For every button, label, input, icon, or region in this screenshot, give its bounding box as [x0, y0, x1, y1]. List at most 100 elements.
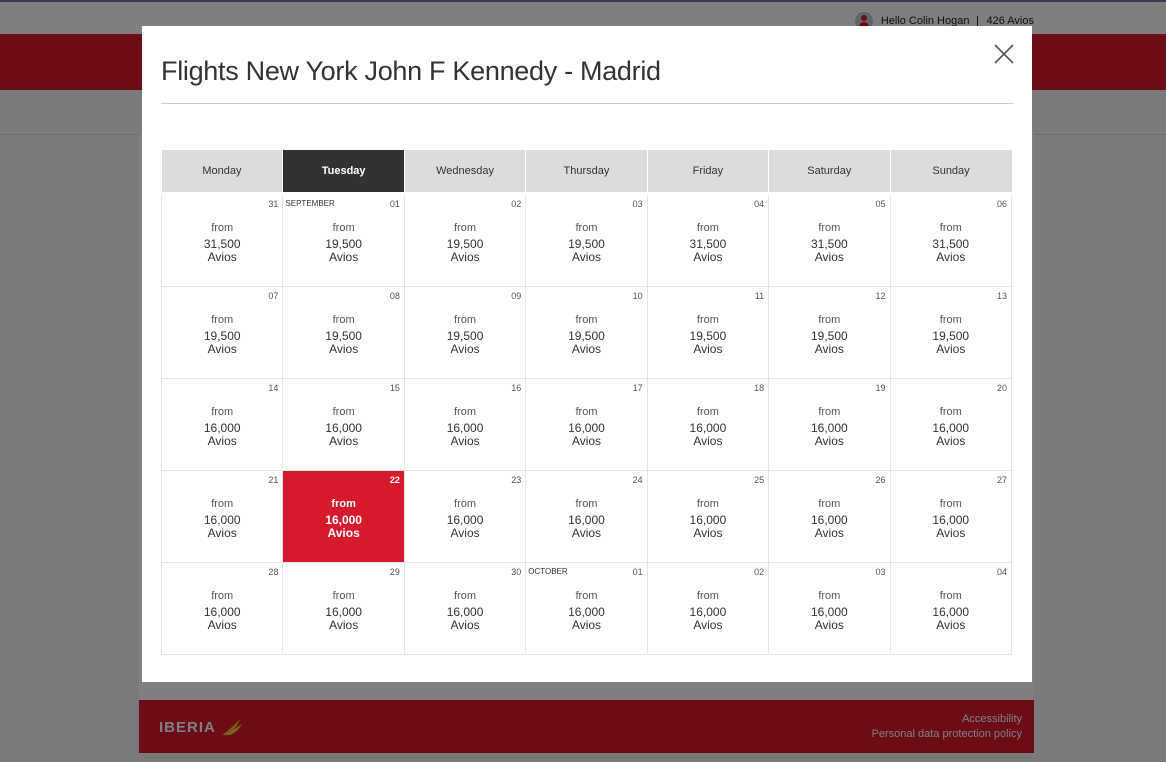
fare-price: from 19,500 Avios [526, 314, 646, 356]
fare-price: from 16,000 Avios [162, 498, 282, 540]
fare-price: from 16,000 Avios [162, 406, 282, 448]
date-cell[interactable]: OCTOBER 01 from 16,000 Avios [525, 562, 648, 655]
from-label: from [696, 498, 719, 510]
day-number: 05 [875, 199, 886, 209]
date-cell[interactable]: 29 from 16,000 Avios [282, 562, 405, 655]
from-label: from [211, 406, 234, 418]
date-cell[interactable]: 24 from 16,000 Avios [525, 470, 648, 563]
avios-unit: Avios [571, 342, 602, 356]
avios-unit: Avios [329, 250, 359, 264]
fare-price: from 31,500 Avios [648, 222, 768, 264]
date-cell[interactable]: 06 from 31,500 Avios [889, 193, 1013, 287]
day-number: 11 [754, 291, 765, 301]
fare-price: from 16,000 Avios [405, 498, 525, 540]
from-label: from [332, 314, 355, 326]
date-cell[interactable]: 16 from 16,000 Avios [403, 378, 527, 471]
date-cell[interactable]: 10 from 19,500 Avios [525, 286, 648, 379]
calendar-week-row: 14 from 16,000 Avios 15 from 16,000 Avios 16 from… [160, 378, 1013, 471]
date-cell[interactable]: 13 from 19,500 Avios [889, 286, 1013, 379]
calendar-week-row: 21 from 16,000 Avios 22 from 16,000 Avios 23 from… [160, 470, 1013, 563]
date-cell[interactable]: 18 from 16,000 Avios [646, 378, 770, 471]
date-cell[interactable]: 03 from 19,500 Avios [525, 193, 648, 287]
fare-price: from 19,500 Avios [769, 314, 889, 356]
day-number: 30 [511, 567, 522, 577]
avios-unit: Avios [936, 526, 966, 540]
day-number: 04 [754, 199, 765, 209]
avios-unit: Avios [814, 618, 844, 632]
day-number: 29 [389, 567, 400, 577]
from-label: from [332, 222, 355, 234]
date-cell[interactable]: 14 from 16,000 Avios [160, 378, 284, 471]
fare-price: from 19,500 Avios [526, 222, 646, 264]
day-number: 27 [996, 475, 1007, 485]
date-cell[interactable]: 04 from 16,000 Avios [889, 562, 1013, 655]
date-cell[interactable]: SEPTEMBER 01 from 19,500 Avios [282, 193, 405, 287]
day-number: 12 [875, 291, 886, 301]
selected-date-cell[interactable]: 22 from 16,000 Avios [282, 470, 405, 563]
date-cell[interactable]: 02 from 19,500 Avios [403, 193, 527, 287]
date-cell[interactable]: 28 from 16,000 Avios [160, 562, 284, 655]
avios-unit: Avios [571, 526, 602, 540]
date-cell[interactable]: 12 from 19,500 Avios [768, 286, 891, 379]
close-button[interactable] [992, 42, 1016, 66]
avios-unit: Avios [693, 250, 723, 264]
calendar-week-row: 28 from 16,000 Avios 29 from 16,000 Avios 30 from… [160, 562, 1013, 655]
fare-price: from 31,500 Avios [891, 222, 1011, 264]
from-label: from [211, 222, 234, 234]
day-number: 24 [632, 475, 643, 485]
day-number: 23 [511, 475, 522, 485]
fare-price: from 19,500 Avios [283, 222, 403, 264]
avios-unit: Avios [693, 434, 723, 448]
date-cell[interactable]: 27 from 16,000 Avios [889, 470, 1013, 563]
date-cell[interactable]: 02 from 16,000 Avios [646, 562, 770, 655]
date-cell[interactable]: 11 from 19,500 Avios [646, 286, 770, 379]
fare-price: from 19,500 Avios [162, 314, 282, 356]
weekday-thursday: Thursday [525, 150, 648, 195]
day-number: 20 [996, 383, 1007, 393]
flight-calendar-modal: Flights New York John F Kennedy - Madrid… [142, 26, 1032, 682]
date-cell[interactable]: 09 from 19,500 Avios [403, 286, 527, 379]
day-number: 19 [875, 383, 886, 393]
from-label: from [211, 314, 234, 326]
avios-unit: Avios [450, 250, 480, 264]
date-cell[interactable]: 05 from 31,500 Avios [768, 193, 891, 287]
date-cell[interactable]: 08 from 19,500 Avios [282, 286, 405, 379]
from-label: from [939, 406, 962, 418]
from-label: from [331, 498, 356, 510]
date-cell[interactable]: 31 from 31,500 Avios [160, 193, 284, 287]
date-cell[interactable]: 17 from 16,000 Avios [525, 378, 648, 471]
weekday-tuesday: Tuesday [282, 150, 405, 195]
month-label: OCTOBER [528, 567, 568, 576]
fare-price: from 19,500 Avios [405, 314, 525, 356]
date-cell[interactable]: 30 from 16,000 Avios [403, 562, 527, 655]
day-number: 08 [389, 291, 400, 301]
date-cell[interactable]: 15 from 16,000 Avios [282, 378, 405, 471]
avios-unit: Avios [207, 526, 237, 540]
avios-unit: Avios [936, 250, 966, 264]
avios-unit: Avios [450, 618, 480, 632]
date-cell[interactable]: 03 from 16,000 Avios [768, 562, 891, 655]
fare-price: from 16,000 Avios [405, 590, 525, 632]
date-cell[interactable]: 04 from 31,500 Avios [646, 193, 770, 287]
date-cell[interactable]: 07 from 19,500 Avios [160, 286, 284, 379]
from-label: from [818, 222, 841, 234]
day-number: 16 [511, 383, 522, 393]
fare-price: from 16,000 Avios [283, 590, 403, 632]
fare-price: from 16,000 Avios [283, 406, 403, 448]
date-cell[interactable]: 21 from 16,000 Avios [160, 470, 284, 563]
day-number: 31 [268, 199, 279, 209]
fare-price: from 19,500 Avios [405, 222, 525, 264]
from-label: from [818, 590, 841, 602]
from-label: from [818, 498, 841, 510]
fare-price: from 16,000 Avios [891, 406, 1011, 448]
weekday-monday: Monday [161, 150, 284, 195]
avios-unit: Avios [693, 618, 723, 632]
date-cell[interactable]: 25 from 16,000 Avios [646, 470, 770, 563]
date-cell[interactable]: 20 from 16,000 Avios [889, 378, 1013, 471]
from-label: from [939, 498, 962, 510]
day-number: 01 [389, 199, 400, 209]
date-cell[interactable]: 19 from 16,000 Avios [768, 378, 891, 471]
from-label: from [939, 222, 962, 234]
date-cell[interactable]: 23 from 16,000 Avios [403, 470, 527, 563]
date-cell[interactable]: 26 from 16,000 Avios [768, 470, 891, 563]
